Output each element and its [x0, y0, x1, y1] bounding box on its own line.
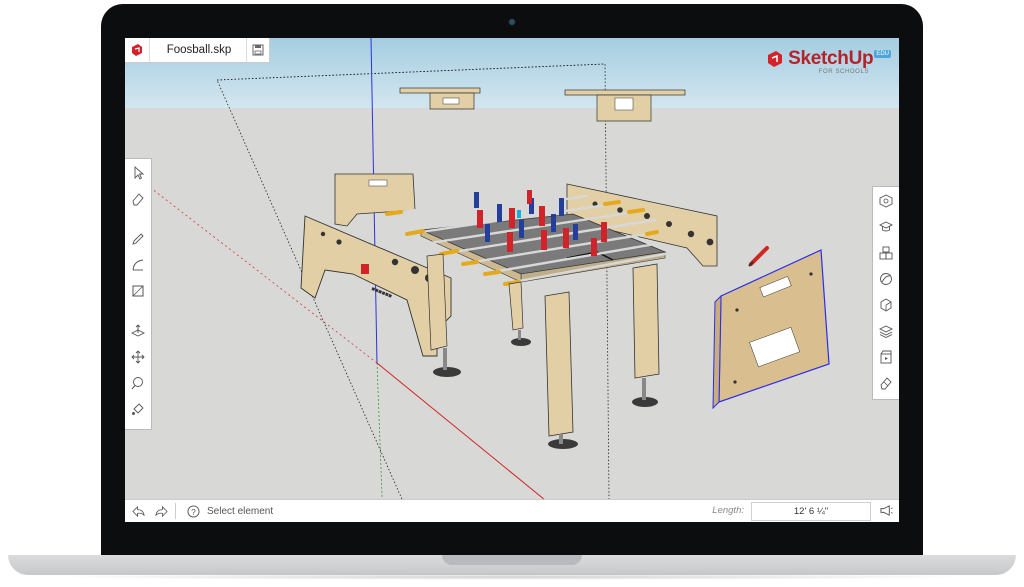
length-label: Length: — [712, 505, 744, 516]
help-button[interactable]: ? — [183, 501, 203, 521]
components-panel[interactable] — [878, 245, 894, 261]
length-input[interactable]: 12' 6 ¼" — [751, 502, 871, 521]
feedback-button[interactable] — [880, 504, 893, 520]
paint-bucket-icon — [132, 403, 144, 415]
materials-panel[interactable] — [878, 271, 894, 287]
app-screen: ■■■■■■ Foosball.skp SketchUp EDU FOR SCH… — [125, 38, 899, 522]
undo-button[interactable] — [128, 501, 148, 521]
webcam — [509, 19, 515, 25]
svg-text:?: ? — [191, 506, 196, 516]
pencil-cursor-icon — [748, 246, 769, 267]
table-leg[interactable] — [426, 253, 461, 377]
arrow-icon — [134, 166, 145, 180]
sketchup-brand-icon — [768, 51, 783, 67]
file-name[interactable]: Foosball.skp — [149, 38, 247, 62]
styles-panel[interactable] — [878, 297, 894, 313]
undo-icon — [131, 505, 145, 517]
mortarboard-icon — [879, 221, 893, 232]
selected-end-panel[interactable] — [712, 249, 830, 410]
scenes-panel[interactable] — [878, 349, 894, 365]
brand-subtitle: FOR SCHOOLS — [818, 69, 869, 75]
push-pull-icon — [131, 324, 145, 337]
status-divider — [175, 503, 176, 519]
pencil-icon — [132, 233, 144, 245]
components-icon — [879, 246, 893, 260]
back-end-panel[interactable] — [334, 173, 416, 227]
layers-panel[interactable] — [878, 323, 894, 339]
arc-tool[interactable] — [130, 257, 146, 273]
select-tool[interactable] — [130, 165, 146, 181]
materials-icon — [880, 273, 892, 285]
model-viewport[interactable]: ■■■■■■ — [125, 38, 899, 522]
top-panel-left[interactable] — [399, 87, 481, 110]
redo-button[interactable] — [151, 501, 171, 521]
table-leg[interactable] — [508, 281, 531, 346]
help-icon: ? — [186, 504, 200, 518]
instructor-panel[interactable] — [878, 219, 894, 235]
scenes-icon — [880, 350, 892, 364]
eraser-tool[interactable] — [130, 191, 146, 207]
status-text: Select element — [207, 505, 274, 517]
red-axis — [376, 362, 546, 501]
rectangle-tool[interactable] — [130, 283, 146, 299]
push-pull-tool[interactable] — [130, 323, 146, 339]
display-panel[interactable] — [878, 375, 894, 391]
move-icon — [131, 350, 145, 364]
entity-info-panel[interactable] — [878, 193, 894, 209]
paint-bucket-tool[interactable] — [130, 401, 146, 417]
table-leg[interactable] — [544, 291, 578, 449]
tape-measure-tool[interactable] — [130, 375, 146, 391]
eraser-display-icon — [880, 377, 892, 390]
sketchup-logo-icon[interactable] — [125, 38, 149, 62]
arc-icon — [132, 259, 144, 271]
speaker-icon — [880, 505, 893, 516]
laptop-shadow — [40, 574, 984, 580]
left-toolbar — [125, 158, 152, 430]
eraser-icon — [132, 193, 144, 206]
right-toolbar — [872, 186, 899, 400]
save-icon[interactable] — [247, 38, 269, 62]
brand-logo: SketchUp EDU — [766, 48, 891, 70]
table-leg[interactable] — [632, 263, 660, 407]
top-panel-right[interactable] — [564, 89, 686, 122]
styles-icon — [880, 298, 892, 312]
layers-icon — [879, 325, 893, 338]
brand-name: SketchUp — [788, 48, 874, 69]
cube-info-icon — [879, 194, 893, 208]
title-bar: Foosball.skp — [125, 38, 270, 63]
status-bar: ? Select element Length: 12' 6 ¼" — [125, 499, 899, 522]
tape-measure-icon — [131, 377, 143, 390]
move-tool[interactable] — [130, 349, 146, 365]
redo-icon — [154, 505, 168, 517]
laptop-notch — [442, 555, 582, 565]
brand-badge: EDU — [874, 50, 891, 58]
rectangle-icon — [132, 285, 144, 297]
pencil-tool[interactable] — [130, 231, 146, 247]
